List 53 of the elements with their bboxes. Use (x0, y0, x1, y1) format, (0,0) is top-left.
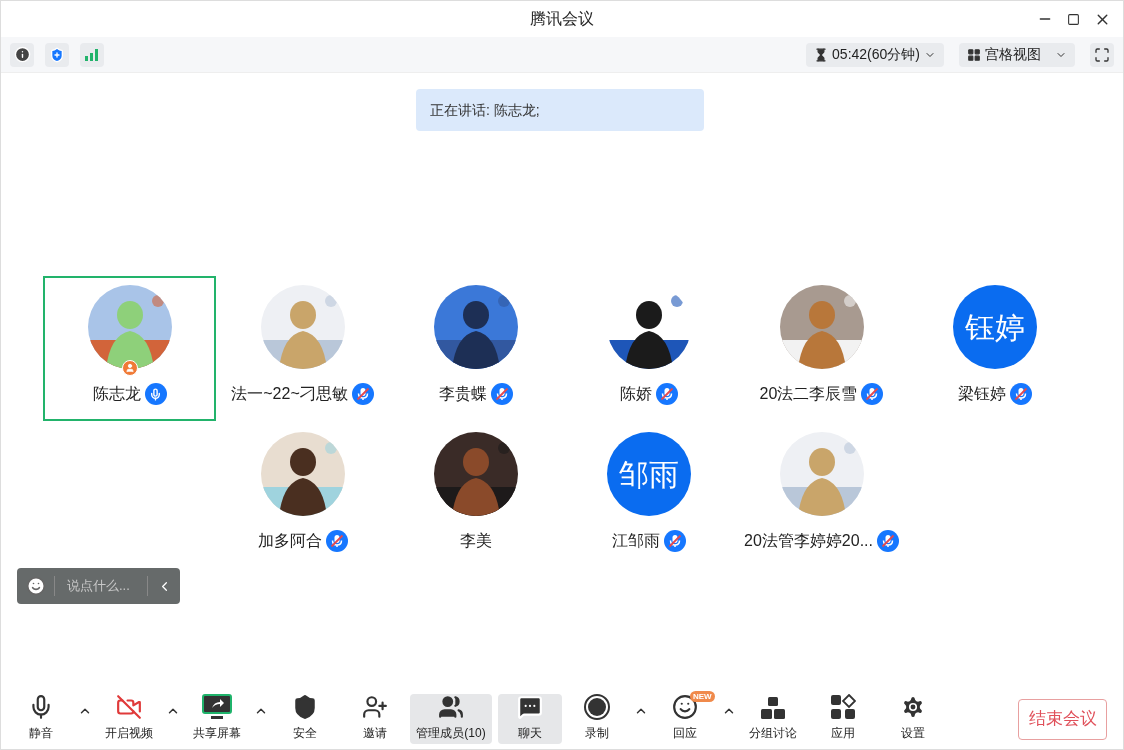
hourglass-icon (814, 47, 829, 62)
info-icon (13, 46, 31, 63)
signal-icon (85, 48, 99, 61)
participant-name: 20法二李辰雪 (759, 384, 858, 404)
view-dropdown[interactable]: 宫格视图 (959, 42, 1075, 67)
share-screen-icon (202, 694, 232, 720)
toolbar-button[interactable]: 共享屏幕 (182, 694, 252, 744)
maximize-icon[interactable] (1067, 12, 1080, 26)
shield-icon (292, 694, 318, 720)
toolbar-button[interactable]: NEW 回应 (650, 694, 720, 744)
signal-button[interactable] (80, 42, 104, 67)
toolbar-button[interactable]: 管理成员(10) (410, 694, 492, 744)
participant-name: 陈娇 (619, 384, 652, 404)
apps-icon (830, 694, 856, 720)
participant-name: 江邹雨 (611, 531, 660, 551)
participant-name: 法一~22~刁思敏 (231, 384, 348, 404)
window-title: 腾讯会议 (530, 9, 594, 29)
toolbar-button[interactable]: 安全 (270, 694, 340, 744)
speaking-banner: 正在讲话: 陈志龙; (416, 89, 704, 131)
participant-name: 李贵蝶 (438, 384, 487, 404)
grid-icon (967, 47, 981, 62)
fullscreen-icon (1094, 46, 1110, 63)
chat-input-field[interactable]: 说点什么... (55, 576, 147, 596)
info-button[interactable] (10, 42, 34, 67)
fullscreen-button[interactable] (1090, 42, 1114, 67)
toolbar-button[interactable]: 设置 (878, 694, 948, 744)
participant-name: 20法管李婷婷20... (744, 531, 873, 551)
participant-name: 陈志龙 (92, 384, 141, 404)
toolbar-button[interactable]: 邀请 (340, 694, 410, 744)
shield-icon (49, 46, 65, 63)
participant-name: 梁钰婷 (957, 384, 1006, 404)
avatar: 邹雨 (606, 432, 691, 516)
toolbar-button[interactable]: 静音 (6, 694, 76, 744)
avatar: 钰婷 (952, 285, 1037, 369)
toolbar-button[interactable]: 分组讨论 (738, 694, 808, 744)
toolbar-button[interactable]: 开启视频 (94, 694, 164, 744)
participant-name: 李美 (459, 531, 492, 551)
toolbar-button[interactable]: 应用 (808, 694, 878, 744)
record-icon (584, 694, 610, 720)
toolbar-button[interactable]: 录制 (562, 694, 632, 744)
chat-input-bar[interactable]: 说点什么... (17, 568, 180, 604)
emoji-icon[interactable] (25, 576, 46, 596)
participant-name: 加多阿合 (257, 531, 322, 551)
members-icon (438, 694, 464, 720)
security-button[interactable] (45, 42, 69, 67)
toolbar-button[interactable]: 聊天 (498, 694, 562, 744)
video-off-icon (115, 694, 143, 720)
invite-icon (362, 694, 388, 720)
breakout-icon (759, 696, 787, 720)
new-badge: NEW (690, 691, 715, 702)
end-meeting-button[interactable]: 结束会议 (1018, 698, 1107, 740)
chat-icon (517, 694, 543, 720)
timer-dropdown[interactable]: 05:42(60分钟) (806, 42, 944, 67)
